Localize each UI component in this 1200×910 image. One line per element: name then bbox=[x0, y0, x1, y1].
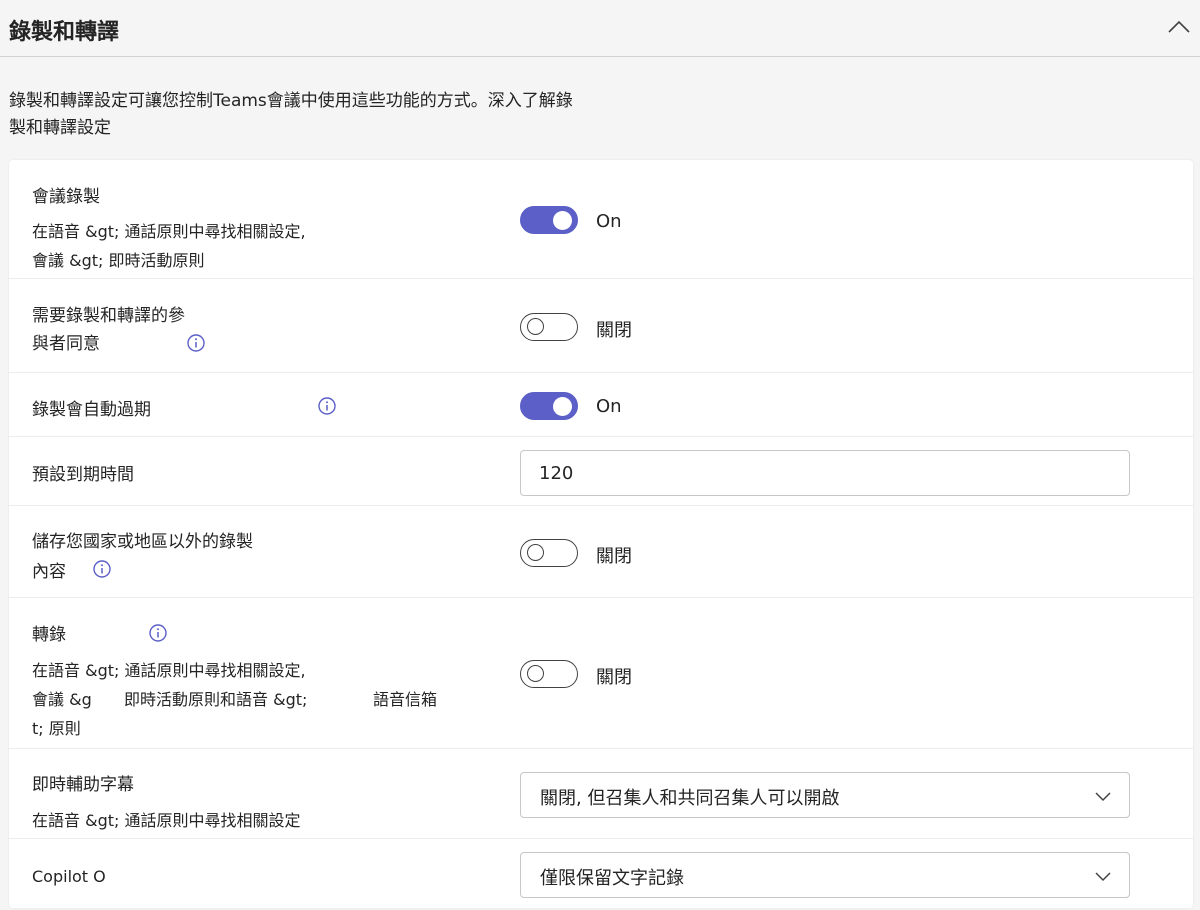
transcription-hint-2c: 語音信箱 bbox=[373, 690, 438, 709]
consent-label-1: 需要錄製和轉譯的參 bbox=[32, 306, 185, 326]
copilot-label: Copilot O bbox=[32, 867, 106, 886]
section-title: 錄製和轉譯 bbox=[9, 20, 120, 45]
meeting-recording-label: 會議錄製 bbox=[32, 187, 100, 207]
section-header: 錄製和轉譯 bbox=[0, 0, 1200, 57]
setting-row-consent: 需要錄製和轉譯的參 與者同意 關閉 bbox=[9, 279, 1193, 373]
copilot-select[interactable]: 僅限保留文字記錄 bbox=[520, 852, 1130, 898]
store-outside-toggle[interactable] bbox=[520, 539, 578, 567]
consent-state: 關閉 bbox=[596, 320, 632, 341]
auto-expire-label: 錄製會自動過期 bbox=[32, 400, 151, 420]
toggle-knob bbox=[527, 544, 544, 561]
auto-expire-state: On bbox=[596, 396, 622, 417]
setting-row-transcription: 轉錄 在語音 &gt; 通話原則中尋找相關設定, 會議 &g 即時活動原則和語音… bbox=[9, 598, 1193, 749]
transcription-state: 關閉 bbox=[596, 667, 632, 688]
meeting-recording-hint-1: 在語音 &gt; 通話原則中尋找相關設定, bbox=[32, 222, 306, 241]
meeting-recording-state: On bbox=[596, 211, 622, 232]
collapse-button[interactable] bbox=[1164, 12, 1194, 42]
copilot-selected: 僅限保留文字記錄 bbox=[540, 868, 684, 889]
section-description: 錄製和轉譯設定可讓您控制Teams會議中使用這些功能的方式。深入了解錄 製和轉譯… bbox=[9, 88, 679, 142]
store-outside-label-1: 儲存您國家或地區以外的錄製 bbox=[32, 532, 253, 552]
toggle-knob bbox=[527, 665, 544, 682]
setting-row-default-expiry: 預設到期時間 bbox=[9, 437, 1193, 506]
chevron-up-icon bbox=[1168, 20, 1190, 33]
info-icon[interactable] bbox=[317, 396, 337, 416]
transcription-hint-2a: 會議 &g bbox=[32, 690, 92, 709]
settings-card: 會議錄製 在語音 &gt; 通話原則中尋找相關設定, 會議 &gt; 即時活動原… bbox=[9, 160, 1193, 908]
default-expiry-label: 預設到期時間 bbox=[32, 465, 134, 485]
transcription-hint-3: t; 原則 bbox=[32, 719, 81, 738]
info-icon[interactable] bbox=[186, 333, 206, 353]
transcription-hint-1: 在語音 &gt; 通話原則中尋找相關設定, bbox=[32, 661, 306, 680]
meeting-recording-toggle[interactable] bbox=[520, 206, 578, 234]
chevron-down-icon bbox=[1095, 872, 1111, 882]
setting-row-auto-expire: 錄製會自動過期 On bbox=[9, 373, 1193, 437]
transcription-toggle[interactable] bbox=[520, 660, 578, 688]
store-outside-label-2: 內容 bbox=[32, 562, 66, 582]
consent-toggle[interactable] bbox=[520, 313, 578, 341]
store-outside-state: 關閉 bbox=[596, 546, 632, 567]
setting-row-meeting-recording: 會議錄製 在語音 &gt; 通話原則中尋找相關設定, 會議 &gt; 即時活動原… bbox=[9, 160, 1193, 279]
transcription-label: 轉錄 bbox=[32, 625, 66, 645]
default-expiry-input[interactable] bbox=[520, 450, 1130, 496]
live-captions-label: 即時輔助字幕 bbox=[32, 775, 134, 795]
chevron-down-icon bbox=[1095, 792, 1111, 802]
toggle-knob bbox=[553, 211, 572, 230]
consent-label-2: 與者同意 bbox=[32, 334, 100, 354]
info-icon[interactable] bbox=[92, 559, 112, 579]
description-line-2: 製和轉譯設定 bbox=[9, 118, 111, 138]
toggle-knob bbox=[527, 318, 544, 335]
toggle-knob bbox=[553, 397, 572, 416]
setting-row-copilot: Copilot O 僅限保留文字記錄 bbox=[9, 839, 1193, 908]
description-line-1: 錄製和轉譯設定可讓您控制Teams會議中使用這些功能的方式。深入了解錄 bbox=[9, 91, 573, 111]
live-captions-selected: 關閉, 但召集人和共同召集人可以開啟 bbox=[540, 788, 840, 809]
transcription-hint-2b: 即時活動原則和語音 &gt; bbox=[124, 690, 308, 709]
meeting-recording-hint-2: 會議 &gt; 即時活動原則 bbox=[32, 251, 205, 270]
setting-row-store-outside: 儲存您國家或地區以外的錄製 內容 關閉 bbox=[9, 506, 1193, 598]
live-captions-hint: 在語音 &gt; 通話原則中尋找相關設定 bbox=[32, 811, 301, 830]
info-icon[interactable] bbox=[148, 623, 168, 643]
live-captions-select[interactable]: 關閉, 但召集人和共同召集人可以開啟 bbox=[520, 772, 1130, 818]
auto-expire-toggle[interactable] bbox=[520, 392, 578, 420]
setting-row-live-captions: 即時輔助字幕 在語音 &gt; 通話原則中尋找相關設定 關閉, 但召集人和共同召… bbox=[9, 749, 1193, 839]
